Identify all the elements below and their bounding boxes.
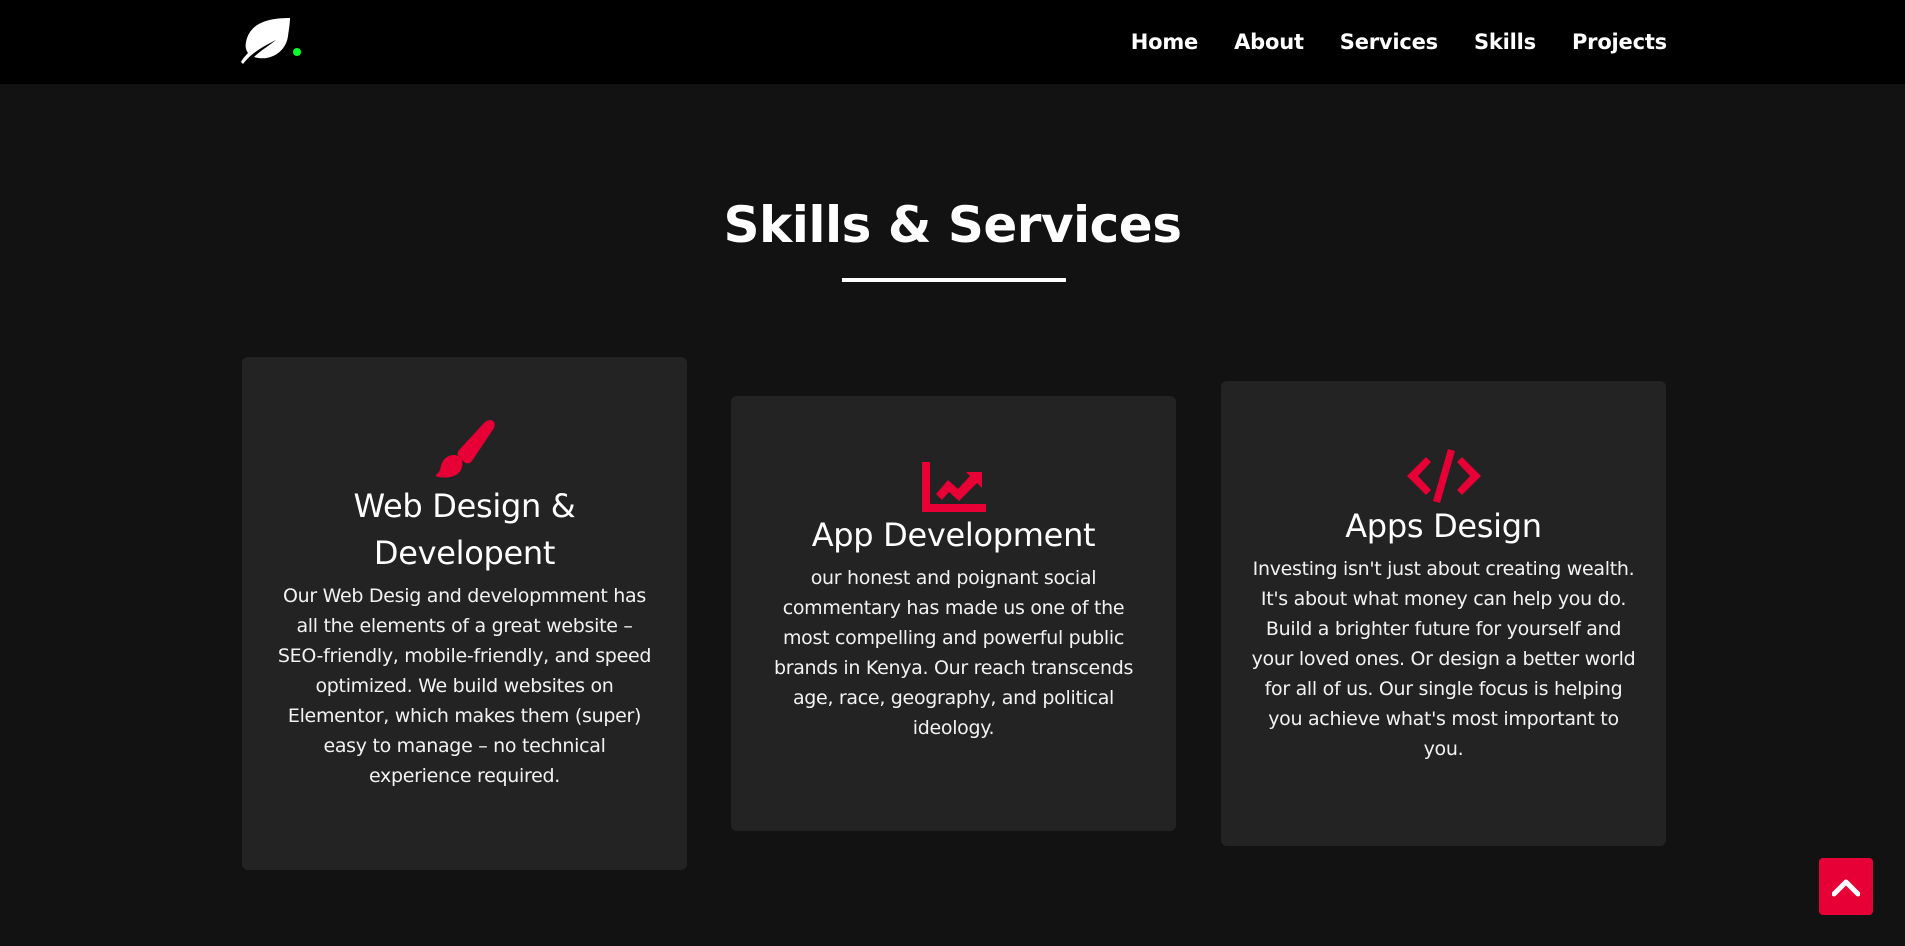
paint-brush-icon xyxy=(435,420,495,478)
nav-item-about: About xyxy=(1234,30,1304,54)
nav-item-services: Services xyxy=(1340,30,1438,54)
navbar: Home About Services Skills Projects xyxy=(0,0,1905,84)
logo-dot xyxy=(293,48,301,56)
nav-link-about[interactable]: About xyxy=(1234,30,1304,54)
nav-link-skills[interactable]: Skills xyxy=(1474,30,1536,54)
chevron-up-icon xyxy=(1832,879,1860,896)
logo-link[interactable] xyxy=(240,16,302,64)
nav-item-projects: Projects xyxy=(1572,30,1667,54)
card-title: App Development xyxy=(811,516,1096,554)
nav-item-skills: Skills xyxy=(1474,30,1536,54)
nav-menu: Home About Services Skills Projects xyxy=(1131,0,1667,84)
card-text: Our Web Desig and developmment has all t… xyxy=(277,585,652,787)
title-underline xyxy=(842,278,1066,282)
service-card-web-design: Web Design & Developent Our Web Desig an… xyxy=(242,357,687,870)
nav-item-home: Home xyxy=(1131,30,1199,54)
nav-link-home[interactable]: Home xyxy=(1131,30,1199,54)
card-title: Web Design & Developent xyxy=(353,487,576,572)
card-title: Apps Design xyxy=(1345,507,1542,545)
scroll-to-top-button[interactable] xyxy=(1819,858,1873,915)
chart-line-icon xyxy=(921,462,986,512)
nav-link-services[interactable]: Services xyxy=(1340,30,1438,54)
section-title: Skills & Services xyxy=(723,196,1182,254)
service-card-app-development: App Development our honest and poignant … xyxy=(731,396,1176,831)
leaf-icon xyxy=(241,18,290,64)
service-card-apps-design: Apps Design Investing isn't just about c… xyxy=(1221,381,1666,846)
card-text: our honest and poignant social commentar… xyxy=(773,567,1134,739)
code-icon xyxy=(1406,449,1481,503)
nav-link-projects[interactable]: Projects xyxy=(1572,30,1667,54)
card-text: Investing isn't just about creating weal… xyxy=(1251,558,1636,760)
